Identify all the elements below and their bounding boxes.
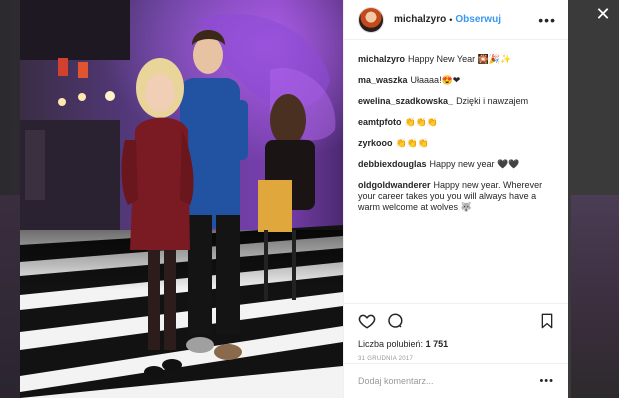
- comment-author[interactable]: michalzyro: [358, 54, 405, 64]
- heart-icon[interactable]: [358, 312, 376, 330]
- comment-item: debbiexdouglas Happy new year 🖤🖤: [358, 159, 556, 170]
- comment-author[interactable]: eamtpfoto: [358, 117, 402, 127]
- comment-item: zyrkooo 👏👏👏: [358, 138, 556, 149]
- close-icon[interactable]: ✕: [595, 5, 611, 23]
- comment-item: ewelina_szadkowska_ Dzięki i nawzajem: [358, 96, 556, 107]
- comment-item: eamtpfoto 👏👏👏: [358, 117, 556, 128]
- post-header: michalzyro • Obserwuj •••: [344, 0, 568, 40]
- more-options-icon[interactable]: •••: [538, 13, 556, 27]
- action-icons-row: [358, 312, 554, 330]
- comment-text: Happy New Year 🎇🎉✨: [408, 54, 512, 64]
- post-photo[interactable]: [20, 0, 343, 398]
- comment-text: Dzięki i nawzajem: [456, 96, 529, 106]
- post-actions: Liczba polubień: 1 751 31 GRUDNIA 2017: [344, 303, 568, 363]
- comments-list: michalzyro Happy New Year 🎇🎉✨ ma_waszka Uł…: [344, 40, 568, 213]
- comment-author[interactable]: ma_waszka: [358, 75, 408, 85]
- comment-item: ma_waszka Ułaaaa!😍❤: [358, 75, 556, 86]
- post-date[interactable]: 31 GRUDNIA 2017: [358, 356, 554, 362]
- comment-input[interactable]: [358, 376, 528, 386]
- post-modal: michalzyro • Obserwuj ••• michalzyro Happ…: [20, 0, 568, 398]
- photo-illustration: [20, 0, 343, 398]
- comment-text: 👏👏👏: [404, 117, 439, 127]
- likes-count[interactable]: 1 751: [426, 339, 449, 349]
- comment-author[interactable]: oldgoldwanderer: [358, 180, 431, 190]
- comment-author[interactable]: debbiexdouglas: [358, 159, 427, 169]
- separator-dot: •: [449, 14, 453, 25]
- comment-author[interactable]: ewelina_szadkowska_: [358, 96, 453, 106]
- comment-text: Happy new year 🖤🖤: [429, 159, 520, 169]
- likes-summary: Liczba polubień: 1 751: [358, 339, 554, 349]
- add-comment-bar: •••: [344, 363, 568, 398]
- likes-label: Liczba polubień:: [358, 339, 424, 349]
- comment-text: 👏👏👏: [395, 138, 430, 148]
- more-horizontal-icon[interactable]: •••: [539, 375, 554, 387]
- bookmark-icon[interactable]: [540, 313, 554, 329]
- comment-icon[interactable]: [386, 312, 404, 330]
- background-post-left: [0, 195, 20, 398]
- post-username[interactable]: michalzyro: [394, 14, 446, 25]
- comment-text: Ułaaaa!😍❤: [410, 75, 461, 85]
- background-post-right: [571, 195, 619, 398]
- avatar[interactable]: [358, 6, 384, 33]
- comment-item: oldgoldwanderer Happy new year. Wherever …: [358, 180, 556, 213]
- post-sidebar: michalzyro • Obserwuj ••• michalzyro Happ…: [343, 0, 568, 398]
- follow-button[interactable]: Obserwuj: [455, 14, 501, 25]
- comment-author[interactable]: zyrkooo: [358, 138, 393, 148]
- comment-caption: michalzyro Happy New Year 🎇🎉✨: [358, 54, 556, 65]
